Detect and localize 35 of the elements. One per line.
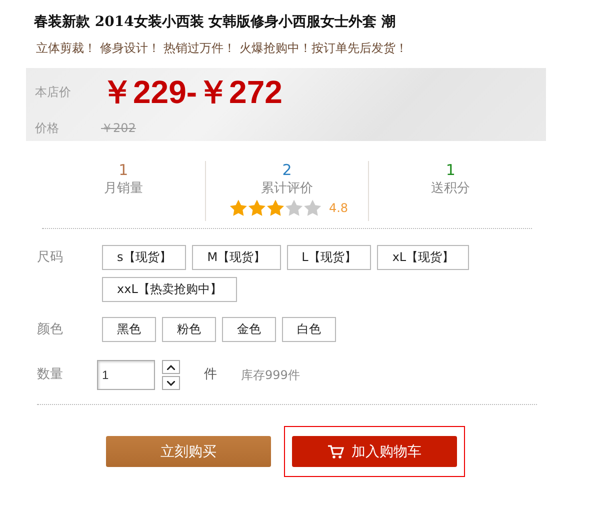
decrease-button[interactable] xyxy=(162,376,180,390)
stat-label: 送积分 xyxy=(431,180,470,197)
promo-text: 立体剪裁！ 修身设计！ 热销过万件！ 火爆抢购中！按订单先后发货！ xyxy=(36,40,408,57)
stock-text: 库存999件 xyxy=(241,367,300,384)
price-label: 价格 xyxy=(35,120,59,137)
chevron-up-icon xyxy=(167,364,175,370)
option-button[interactable]: 金色 xyxy=(222,317,276,342)
price-label: 本店价 xyxy=(35,84,71,100)
chevron-down-icon xyxy=(167,380,175,386)
option-button[interactable]: xxL【热卖抢购中】 xyxy=(102,277,237,302)
quantity-field[interactable]: 1 xyxy=(97,360,155,390)
increase-button[interactable] xyxy=(162,360,180,374)
original-price: ￥202 xyxy=(101,120,136,137)
option-button[interactable]: 黑色 xyxy=(102,317,156,342)
stat-value: 1 xyxy=(446,161,456,179)
option-button[interactable]: xL【现货】 xyxy=(377,245,470,270)
product-title: 春装新款 2014女装小西装 女韩版修身小西服女士外套 潮 xyxy=(34,13,396,31)
option-button[interactable]: s【现货】 xyxy=(102,245,186,270)
unit-label: 件 xyxy=(204,366,217,384)
stat-value: 2 xyxy=(282,161,292,179)
stat-label: 累计评价 xyxy=(261,180,313,197)
option-label: 颜色 xyxy=(37,321,64,339)
option-label: 尺码 xyxy=(37,249,64,267)
option-button[interactable]: M【现货】 xyxy=(192,245,281,270)
price: ￥229-￥272 xyxy=(101,73,282,112)
add-to-cart-button[interactable]: 加入购物车 xyxy=(292,436,457,467)
cart-icon xyxy=(328,444,344,458)
option-button[interactable]: L【现货】 xyxy=(286,245,372,270)
rating-value: 4.8 xyxy=(328,200,348,214)
buy-now-button[interactable]: 立刻购买 xyxy=(106,436,271,467)
stat-label: 月销量 xyxy=(104,180,143,197)
stat-value: 1 xyxy=(118,161,128,179)
option-button[interactable]: 白色 xyxy=(282,317,336,342)
option-button[interactable]: 粉色 xyxy=(162,317,216,342)
quantity-label: 数量 xyxy=(37,366,64,384)
